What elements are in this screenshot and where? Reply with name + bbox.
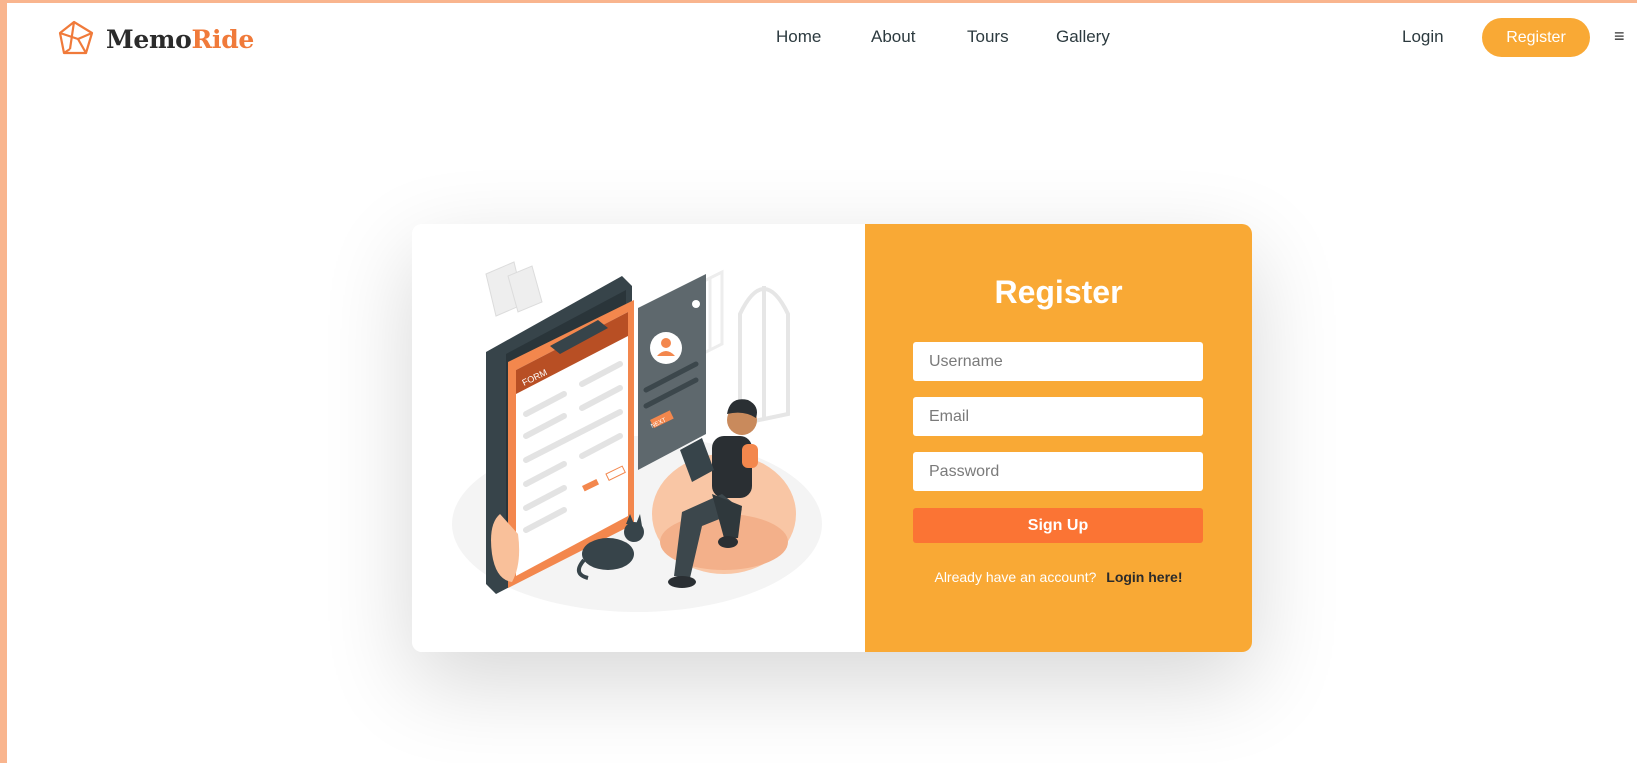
brand-name-part1: Memo <box>106 24 192 54</box>
cube-logo-icon <box>58 20 94 55</box>
nav-about[interactable]: About <box>871 27 915 47</box>
nav-tours[interactable]: Tours <box>967 27 1009 47</box>
header-register-button[interactable]: Register <box>1482 18 1590 57</box>
nav-home[interactable]: Home <box>776 27 821 47</box>
password-input[interactable] <box>913 452 1203 491</box>
nav-gallery[interactable]: Gallery <box>1056 27 1110 47</box>
username-input[interactable] <box>913 342 1203 381</box>
books-icon <box>485 261 543 317</box>
brand-name: MemoRide <box>106 25 254 54</box>
account-question-text: Already have an account? <box>934 569 1097 585</box>
brand-logo[interactable]: MemoRide <box>56 19 254 59</box>
header-login-link[interactable]: Login <box>1402 27 1444 47</box>
hamburger-menu-icon[interactable]: ≡ <box>1614 26 1625 47</box>
frame-top-border <box>0 0 1637 3</box>
email-input[interactable] <box>913 397 1203 436</box>
register-title: Register <box>994 274 1123 310</box>
illustration-panel: FORM NEXT <box>412 224 865 652</box>
brand-name-part2: Ride <box>191 24 255 54</box>
register-form-panel: Register Sign Up Already have an account… <box>865 224 1252 652</box>
signup-illustration: FORM NEXT <box>452 261 822 612</box>
login-here-link[interactable]: Login here! <box>1106 569 1182 585</box>
sign-up-button[interactable]: Sign Up <box>913 508 1203 543</box>
login-prompt: Already have an account? Login here! <box>865 569 1252 585</box>
frame-left-border <box>0 0 7 763</box>
